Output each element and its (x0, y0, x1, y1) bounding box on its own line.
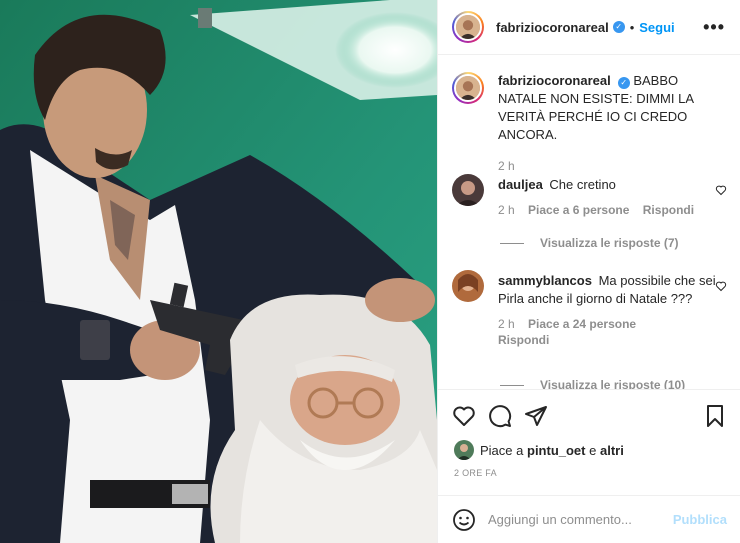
comments-list[interactable]: fabriziocoronareal ✓ BABBO NATALE NON ESI… (438, 56, 740, 389)
liker-avatar[interactable] (454, 440, 474, 460)
likes-summary: Piace a pintu_oet e altri (454, 440, 624, 460)
view-replies-button[interactable]: Visualizza le risposte (10) (500, 378, 685, 389)
view-replies-button[interactable]: Visualizza le risposte (7) (500, 236, 679, 250)
replies-divider (500, 384, 524, 386)
comment-row: dauljea Che cretino 2 h Piace a 6 person… (452, 174, 727, 218)
verified-badge-icon: ✓ (612, 21, 625, 33)
author-avatar-image (456, 15, 480, 39)
post-photo-illustration (0, 0, 437, 543)
likes-prefix: Piace a (480, 442, 524, 458)
comment-body: sammyblancos Ma possibile che sei Pirla … (498, 270, 727, 308)
comment-username[interactable]: sammyblancos (498, 273, 592, 288)
more-options-icon[interactable]: ••• (703, 18, 725, 36)
comment-input[interactable] (488, 512, 673, 527)
reply-button[interactable]: Rispondi (498, 333, 549, 347)
add-comment-bar: Pubblica (438, 495, 740, 543)
liker-avatar-image (454, 440, 474, 460)
comment-icon[interactable] (488, 404, 512, 428)
post-actions (438, 389, 740, 439)
likes-middle: e (589, 442, 597, 458)
caption-body: fabriziocoronareal ✓ BABBO NATALE NON ESI… (498, 72, 727, 144)
send-icon[interactable] (524, 404, 548, 428)
commenter-avatar-image (452, 174, 484, 206)
caption-avatar-image (456, 76, 480, 100)
post-photo[interactable] (0, 0, 437, 543)
caption-time[interactable]: 2 h (498, 159, 515, 173)
reply-button[interactable]: Rispondi (643, 203, 694, 217)
commenter-avatar[interactable] (452, 270, 484, 302)
comment-heart-icon[interactable] (715, 280, 727, 292)
comment-text: Che cretino (549, 177, 616, 192)
publish-button[interactable]: Pubblica (673, 512, 727, 527)
emoji-icon[interactable] (452, 508, 476, 532)
caption-row: fabriziocoronareal ✓ BABBO NATALE NON ESI… (452, 72, 727, 174)
comment-username[interactable]: dauljea (498, 177, 543, 192)
post-timestamp[interactable]: 2 ORE FA (454, 468, 497, 478)
comment-time[interactable]: 2 h (498, 317, 515, 331)
view-replies-label: Visualizza le risposte (10) (540, 378, 686, 389)
comment-time[interactable]: 2 h (498, 203, 515, 217)
author-username[interactable]: fabriziocoronareal (496, 20, 609, 35)
comment-meta: 2 h Piace a 24 persone Rispondi (498, 316, 727, 348)
comment-likes[interactable]: Piace a 6 persone (528, 203, 629, 217)
comment-row: sammyblancos Ma possibile che sei Pirla … (452, 270, 727, 348)
liker-username[interactable]: pintu_oet (527, 443, 586, 458)
header-separator: • (629, 19, 635, 35)
comment-heart-icon[interactable] (715, 184, 727, 196)
commenter-avatar[interactable] (452, 174, 484, 206)
author-avatar[interactable] (452, 11, 484, 43)
post-header: fabriziocoronareal ✓ • Segui ••• (438, 0, 740, 55)
follow-button[interactable]: Segui (639, 20, 674, 35)
comment-meta: 2 h Piace a 6 persone Rispondi (498, 202, 727, 218)
caption-username[interactable]: fabriziocoronareal (498, 73, 611, 88)
bookmark-icon[interactable] (703, 404, 727, 428)
comment-likes[interactable]: Piace a 24 persone (528, 317, 636, 331)
caption-meta: 2 h (498, 158, 727, 174)
verified-badge-icon: ✓ (617, 77, 630, 89)
post-side-panel: fabriziocoronareal ✓ • Segui ••• fabrizi… (437, 0, 740, 543)
likes-others-link[interactable]: altri (600, 443, 624, 458)
replies-divider (500, 242, 524, 244)
view-replies-label: Visualizza le risposte (7) (540, 236, 679, 250)
caption-avatar[interactable] (452, 72, 484, 104)
comment-body: dauljea Che cretino (498, 174, 727, 194)
heart-icon[interactable] (452, 404, 476, 428)
commenter-avatar-image (452, 270, 484, 302)
